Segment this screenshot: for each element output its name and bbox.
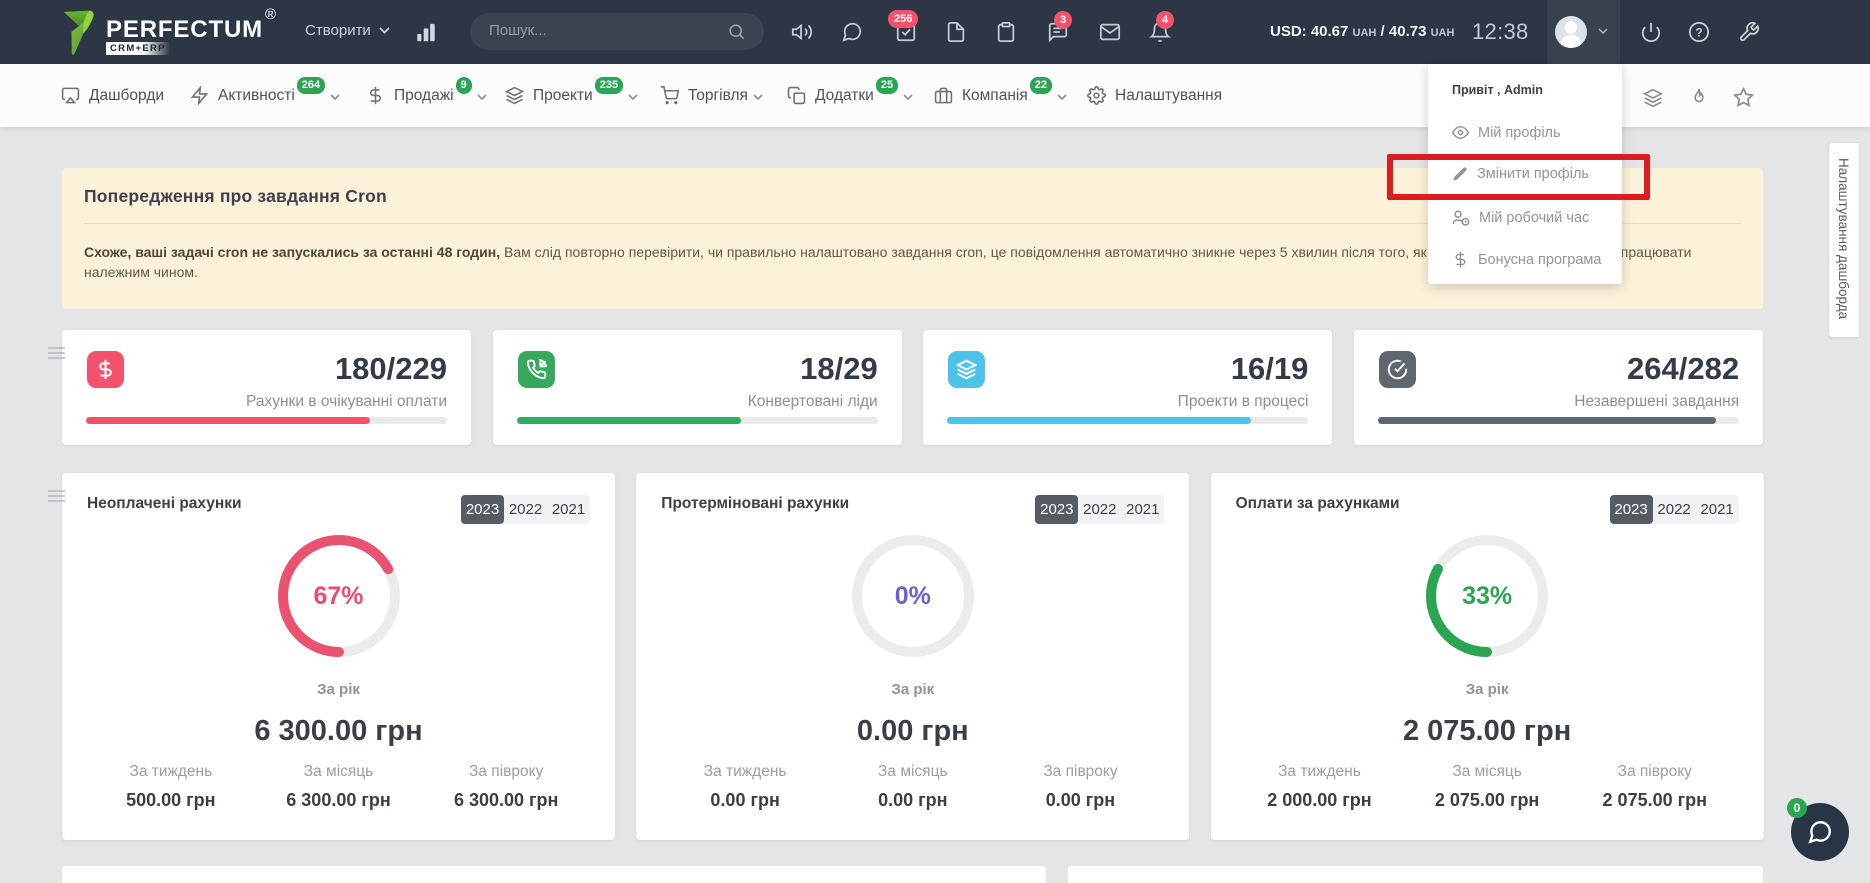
svg-text:?: ? [1695,25,1702,39]
